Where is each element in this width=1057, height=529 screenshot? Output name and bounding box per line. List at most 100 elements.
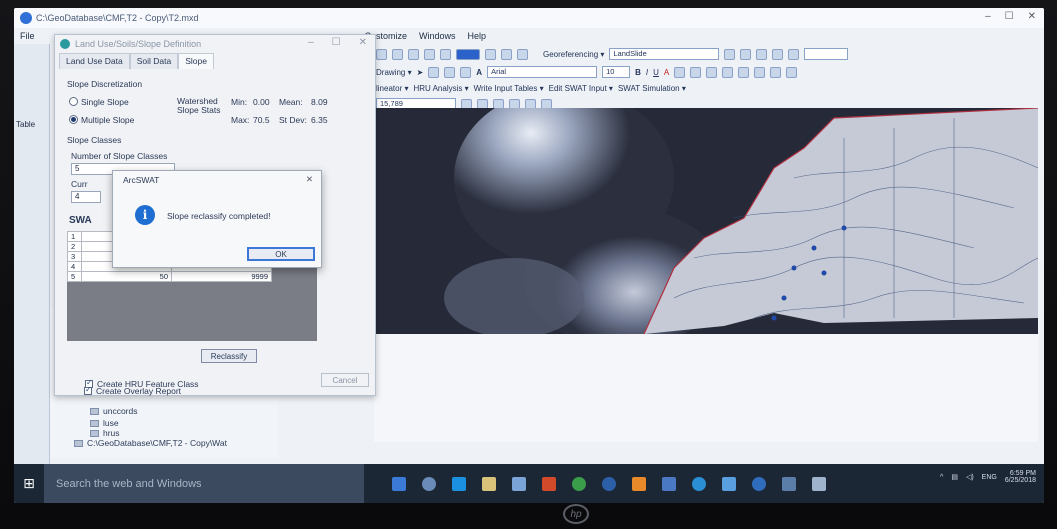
table-row-header[interactable]: 5: [67, 271, 82, 282]
tray-chevron-icon[interactable]: ^: [940, 474, 943, 481]
watershed-delineator-menu[interactable]: lineator ▾: [376, 84, 408, 93]
multiple-slope-option[interactable]: Multiple Slope: [69, 115, 134, 125]
tree-item[interactable]: unccords: [90, 406, 138, 416]
tree-item[interactable]: luse: [90, 418, 119, 428]
menu-file[interactable]: File: [20, 31, 35, 41]
table-row-header[interactable]: 3: [67, 251, 82, 262]
tool-icon[interactable]: [392, 48, 403, 60]
office-icon[interactable]: [542, 476, 556, 491]
tool-icon[interactable]: [424, 48, 435, 60]
clock[interactable]: 6:59 PM 6/25/2018: [1005, 470, 1036, 484]
tool-icon[interactable]: [440, 48, 451, 60]
max-value: 70.5: [253, 115, 270, 125]
text-tool-icon[interactable]: A: [476, 68, 482, 77]
arcmap-taskbar-icon[interactable]: [782, 476, 796, 491]
tool-icon[interactable]: [740, 48, 752, 60]
toolbar-input[interactable]: [804, 48, 849, 60]
store-icon[interactable]: [512, 476, 526, 491]
file-explorer-icon[interactable]: [482, 476, 496, 491]
write-input-tables-menu[interactable]: Write Input Tables ▾: [474, 84, 544, 93]
app-icon[interactable]: [722, 476, 736, 491]
tool-icon[interactable]: [376, 48, 387, 60]
taskbar-search-box[interactable]: Search the web and Windows: [44, 464, 364, 503]
close-icon[interactable]: ✕: [306, 174, 313, 185]
tool-icon[interactable]: [444, 66, 456, 78]
close-icon[interactable]: ✕: [1028, 11, 1036, 22]
minimize-icon[interactable]: –: [985, 11, 991, 22]
table-row-header[interactable]: 2: [67, 241, 82, 252]
table-row-header[interactable]: 1: [67, 231, 82, 242]
tool-icon[interactable]: [770, 66, 782, 78]
tool-icon[interactable]: [722, 66, 734, 78]
upper-limit-cell[interactable]: 9999: [171, 271, 272, 282]
tool-icon[interactable]: [724, 48, 736, 60]
drawing-menu[interactable]: Drawing ▾: [376, 68, 412, 77]
app-icon[interactable]: [692, 476, 706, 491]
bold-icon[interactable]: B: [635, 68, 641, 77]
tool-icon[interactable]: [460, 66, 472, 78]
tool-icon[interactable]: [754, 66, 766, 78]
tab-soil-data[interactable]: Soil Data: [129, 53, 179, 69]
create-overlay-report-option[interactable]: Create Overlay Report: [84, 385, 181, 396]
tree-item[interactable]: hrus: [90, 428, 120, 438]
tab-land-use-data[interactable]: Land Use Data: [59, 53, 130, 69]
menu-help[interactable]: Help: [468, 31, 487, 41]
underline-icon[interactable]: U: [653, 68, 659, 77]
language-indicator[interactable]: ENG: [982, 474, 997, 481]
edge-icon[interactable]: [452, 476, 466, 491]
tool-icon[interactable]: [756, 48, 768, 60]
lower-limit-cell[interactable]: 50: [81, 271, 172, 282]
vlc-icon[interactable]: [632, 476, 646, 491]
font-select[interactable]: Arial: [487, 66, 598, 78]
tool-icon[interactable]: [690, 66, 702, 78]
ok-button[interactable]: OK: [247, 247, 315, 261]
table-of-contents-tab[interactable]: Table: [16, 120, 35, 129]
tree-item[interactable]: C:\GeoDatabase\CMF,T2 - Copy\Wat: [74, 438, 227, 448]
number-of-slope-classes-label: Number of Slope Classes: [71, 151, 168, 161]
tool-icon[interactable]: [674, 66, 686, 78]
font-color-icon[interactable]: A: [664, 68, 669, 77]
close-icon[interactable]: ✕: [359, 37, 367, 48]
tool-icon[interactable]: [485, 48, 496, 60]
map-display[interactable]: [374, 108, 1038, 334]
maximize-icon[interactable]: ☐: [1005, 11, 1014, 22]
tool-icon[interactable]: [788, 48, 800, 60]
edit-swat-input-menu[interactable]: Edit SWAT Input ▾: [549, 84, 613, 93]
maximize-icon[interactable]: ☐: [332, 37, 341, 48]
tool-icon[interactable]: [517, 48, 528, 60]
cortana-icon[interactable]: [422, 476, 436, 491]
browser-icon[interactable]: [602, 476, 616, 491]
tool-icon[interactable]: [706, 66, 718, 78]
italic-icon[interactable]: I: [646, 68, 648, 77]
table-row-header[interactable]: 4: [67, 261, 82, 272]
tool-icon[interactable]: [738, 66, 750, 78]
volume-icon[interactable]: ◁): [966, 473, 974, 481]
task-view-icon[interactable]: [392, 476, 406, 491]
tool-icon[interactable]: [408, 48, 419, 60]
tool-icon[interactable]: [786, 66, 798, 78]
single-slope-option[interactable]: Single Slope: [69, 97, 129, 107]
windows-start-icon[interactable]: ⊞: [14, 464, 44, 503]
app-icon[interactable]: [662, 476, 676, 491]
hru-analysis-menu[interactable]: HRU Analysis ▾: [413, 84, 468, 93]
pointer-icon[interactable]: ➤: [417, 68, 424, 77]
app-icon[interactable]: [752, 476, 766, 491]
color-swatch-icon[interactable]: [456, 48, 480, 60]
font-size-select[interactable]: 10: [602, 66, 631, 78]
swat-simulation-menu[interactable]: SWAT Simulation ▾: [618, 84, 686, 93]
tool-icon[interactable]: [428, 66, 440, 78]
reclassify-button[interactable]: Reclassify: [201, 349, 257, 363]
current-class-select[interactable]: 4: [71, 191, 101, 203]
tool-icon[interactable]: [772, 48, 784, 60]
layer-select[interactable]: LandSlide: [609, 48, 720, 60]
tab-slope[interactable]: Slope: [178, 53, 214, 69]
menu-windows[interactable]: Windows: [419, 31, 456, 41]
tool-icon[interactable]: [501, 48, 512, 60]
photos-icon[interactable]: [812, 476, 826, 491]
chrome-icon[interactable]: [572, 476, 586, 491]
minimize-icon[interactable]: –: [308, 37, 314, 48]
cancel-button[interactable]: Cancel: [321, 373, 369, 387]
drawing-toolbar: Drawing ▾ ➤ A Arial 10 B I U A: [376, 64, 798, 80]
network-icon[interactable]: ▤: [951, 473, 958, 481]
georeferencing-menu[interactable]: Georeferencing ▾: [543, 50, 604, 59]
